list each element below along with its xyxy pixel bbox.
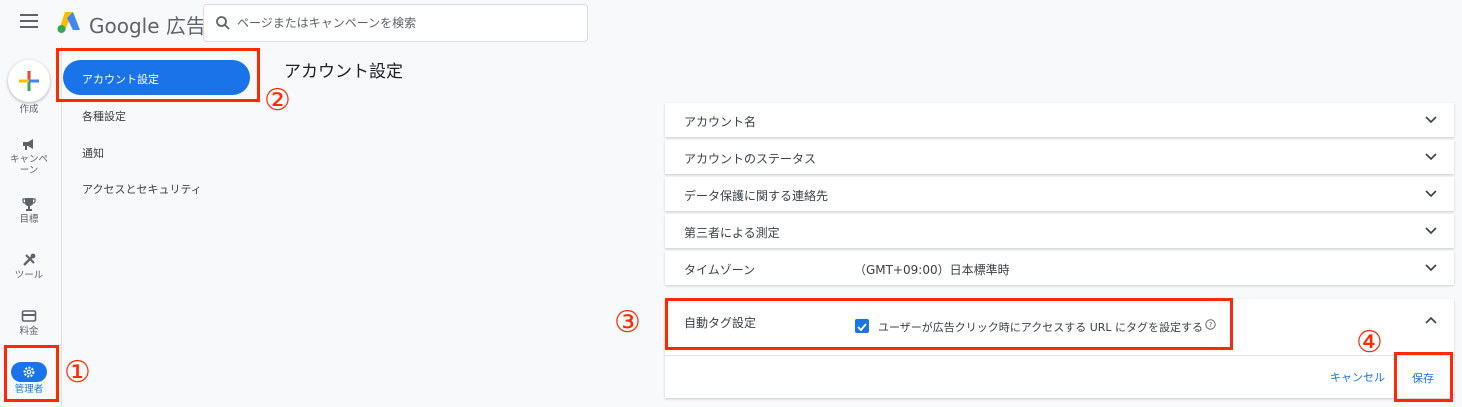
annotation-box-4 [1394,352,1453,402]
time-zone-value: （GMT+09:00）日本標準時 [854,263,1010,277]
rail-item-create[interactable]: 作成 [0,104,58,115]
google-ads-logo-icon [57,12,80,33]
chevron-down-icon [1425,116,1437,124]
annotation-box-1 [4,345,59,402]
annotation-number-3: ③ [614,305,641,340]
divider [665,355,1454,356]
search-icon [216,16,230,30]
page-title: アカウント設定 [284,62,403,82]
setting-label: タイムゾーン [684,263,756,277]
setting-row-time-zone[interactable]: タイムゾーン （GMT+09:00）日本標準時 [665,251,1454,285]
create-button[interactable] [8,60,50,102]
megaphone-icon [23,139,33,150]
chevron-down-icon [1425,227,1437,235]
nav-item-preferences[interactable]: 各種設定 [82,108,126,124]
annotation-number-1: ① [64,355,91,390]
search-input[interactable] [237,14,577,32]
tools-icon [23,253,36,266]
rail-item-campaigns[interactable]: キャンペーン [0,136,58,176]
setting-row-account-name[interactable]: アカウント名 [665,103,1454,137]
chevron-down-icon [1425,190,1437,198]
annotation-number-2: ② [264,83,291,118]
setting-row-third-party-measurement[interactable]: 第三者による測定 [665,214,1454,248]
search-box[interactable] [203,4,588,42]
rail-item-tools[interactable]: ツール [0,252,58,281]
credit-card-icon [21,310,37,322]
chevron-down-icon [1425,264,1437,272]
rail-goals-label: 目標 [19,214,39,225]
setting-row-account-status[interactable]: アカウントのステータス [665,140,1454,174]
rail-create-label: 作成 [19,104,39,115]
app-name: Google 広告 [89,14,206,38]
cancel-button[interactable]: キャンセル [1330,369,1385,385]
setting-label: 第三者による測定 [684,226,780,240]
top-bar: Google 広告 [0,0,1462,46]
annotation-box-2 [56,48,260,102]
setting-label: アカウントのステータス [684,152,817,166]
rail-billing-label: 料金 [19,326,39,337]
plus-icon [19,71,39,91]
annotation-box-3 [665,298,1233,350]
chevron-down-icon [1425,153,1437,161]
setting-label: アカウント名 [684,115,757,129]
setting-row-data-protection-contact[interactable]: データ保護に関する連絡先 [665,177,1454,211]
rail-campaigns-label: キャンペーン [9,154,48,176]
nav-item-notifications[interactable]: 通知 [82,145,104,161]
trophy-icon [22,198,36,211]
menu-icon[interactable] [20,14,38,28]
rail-tools-label: ツール [14,270,44,281]
nav-item-access-security[interactable]: アクセスとセキュリティ [82,181,202,197]
setting-label: データ保護に関する連絡先 [684,189,829,203]
chevron-up-icon[interactable] [1424,314,1438,326]
rail-item-billing[interactable]: 料金 [0,308,58,337]
rail-item-goals[interactable]: 目標 [0,196,58,225]
annotation-number-4: ④ [1356,325,1383,360]
